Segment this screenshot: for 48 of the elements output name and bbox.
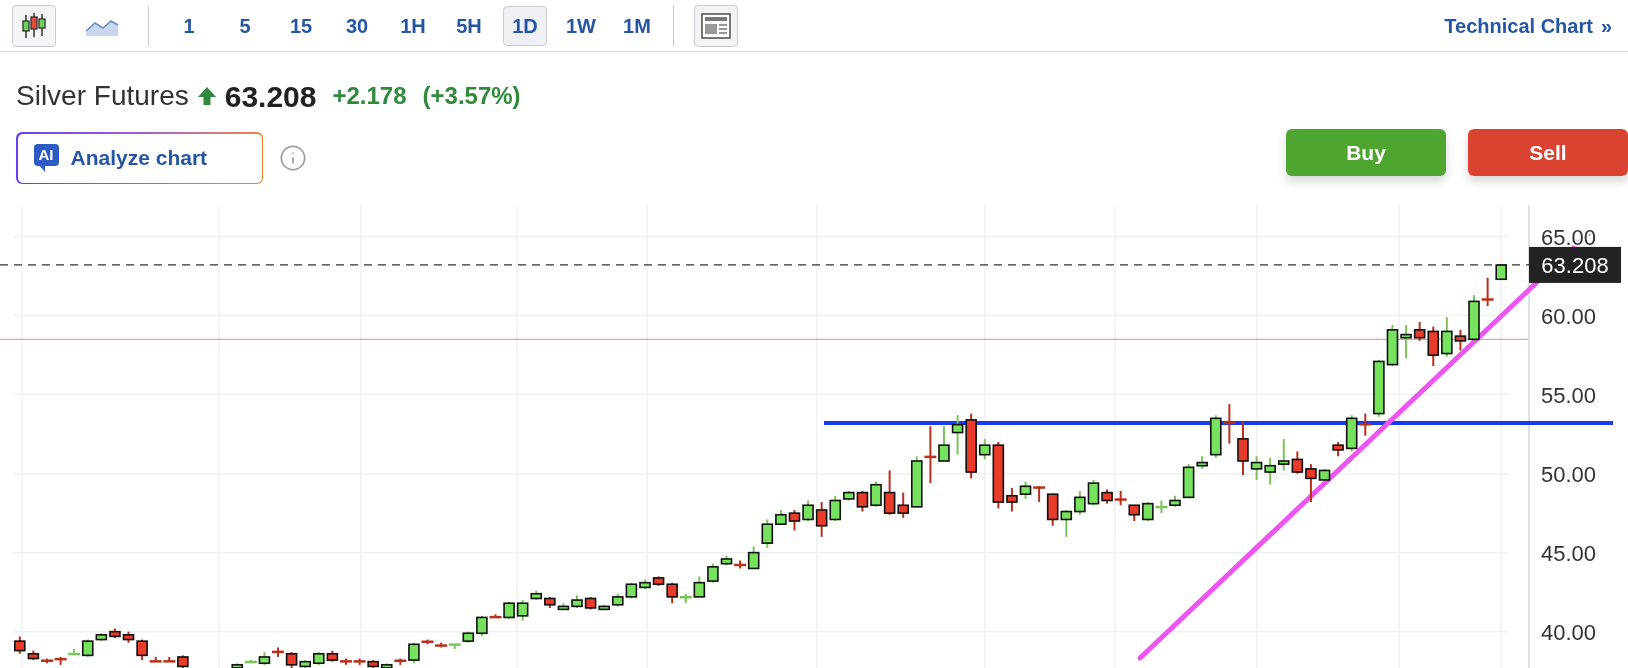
axis-label: 55.00 bbox=[1541, 382, 1597, 408]
candle bbox=[1210, 414, 1222, 459]
candle bbox=[612, 592, 624, 608]
candle bbox=[1128, 504, 1141, 523]
candle bbox=[1386, 324, 1399, 368]
price-change: +2.178 bbox=[332, 81, 407, 111]
candle bbox=[1114, 490, 1127, 507]
interval-tab[interactable]: 5H bbox=[447, 5, 491, 46]
ref-line-label: 63.208 bbox=[1541, 252, 1609, 278]
interval-tab[interactable]: 30 bbox=[335, 5, 379, 46]
info-icon[interactable] bbox=[279, 144, 307, 172]
instrument-name: Silver Futures bbox=[16, 79, 189, 113]
candle bbox=[353, 657, 366, 666]
candle bbox=[1264, 456, 1276, 486]
interval-tab[interactable]: 5 bbox=[223, 5, 267, 46]
percent-change: (+3.57%) bbox=[422, 81, 521, 111]
candle bbox=[54, 655, 67, 666]
axis-label: 60.00 bbox=[1541, 303, 1597, 329]
candle bbox=[1142, 501, 1154, 523]
candle bbox=[788, 509, 801, 532]
interval-tab[interactable]: 1M bbox=[615, 5, 659, 46]
candle bbox=[313, 651, 325, 666]
axis-label: 45.00 bbox=[1541, 540, 1597, 566]
candlestick-icon bbox=[21, 10, 47, 41]
axis-label: 50.00 bbox=[1541, 461, 1597, 487]
sell-button[interactable]: Sell bbox=[1468, 129, 1628, 176]
candle bbox=[1074, 490, 1086, 516]
layout-icon bbox=[701, 12, 731, 39]
interval-tab[interactable]: 1D bbox=[503, 5, 547, 46]
price-label: 63.208 bbox=[1529, 246, 1621, 283]
candle bbox=[1060, 509, 1073, 538]
candle bbox=[1277, 437, 1290, 472]
candle bbox=[109, 627, 121, 639]
candle bbox=[911, 455, 923, 508]
technical-chart-link[interactable]: Technical Chart » bbox=[1444, 10, 1612, 41]
interval-tab[interactable]: 1H bbox=[391, 5, 435, 46]
candle bbox=[272, 646, 284, 658]
candle bbox=[1223, 403, 1236, 445]
analyze-chart-button[interactable]: AI Analyze chart bbox=[16, 132, 263, 184]
chart-type-button[interactable] bbox=[12, 4, 56, 47]
candle bbox=[1155, 499, 1168, 515]
axis-label: 40.00 bbox=[1541, 619, 1597, 645]
candle bbox=[1019, 480, 1032, 500]
interval-tab[interactable]: 15 bbox=[279, 5, 323, 46]
interval-tab[interactable]: 1 bbox=[167, 5, 211, 46]
layout-button[interactable] bbox=[694, 4, 738, 47]
interval-tab[interactable]: 1W bbox=[559, 5, 603, 46]
price: 63.208 bbox=[224, 78, 317, 115]
